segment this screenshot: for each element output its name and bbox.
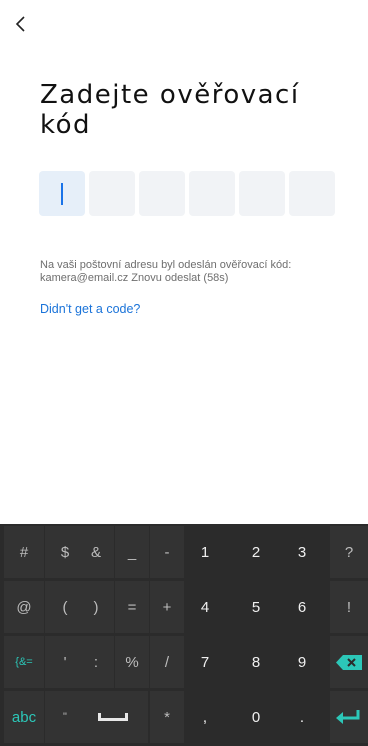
key-minus[interactable]: - [150, 526, 184, 578]
keyboard-row-1: # $ & _ - 1 2 3 ? [0, 526, 368, 578]
space-key[interactable] [78, 691, 148, 743]
code-digit-5[interactable] [239, 171, 285, 216]
enter-key[interactable] [330, 691, 368, 743]
key-9[interactable]: 9 [280, 636, 324, 688]
chevron-left-icon [15, 16, 25, 32]
code-digit-2[interactable] [89, 171, 135, 216]
key-underscore[interactable]: _ [115, 526, 149, 578]
key-hash[interactable]: # [4, 526, 44, 578]
key-abc[interactable]: abc [4, 691, 44, 743]
keyboard-row-2: @ ( ) = + 4 5 6 ! [0, 581, 368, 633]
key-comma[interactable]: , [187, 691, 223, 743]
key-right-paren[interactable]: ) [78, 581, 114, 633]
key-exclamation[interactable]: ! [330, 581, 368, 633]
key-slash[interactable]: / [150, 636, 184, 688]
key-asterisk[interactable]: * [150, 691, 184, 743]
on-screen-keyboard: # $ & _ - 1 2 3 ? @ ( ) = + 4 5 6 ! {&= … [0, 524, 368, 746]
backspace-icon [336, 654, 362, 670]
key-0[interactable]: 0 [234, 691, 278, 743]
verification-code-input[interactable] [39, 171, 335, 216]
key-ampersand[interactable]: & [78, 526, 114, 578]
keyboard-row-3: {&= ' : % / 7 8 9 [0, 636, 368, 688]
code-digit-3[interactable] [139, 171, 185, 216]
key-6[interactable]: 6 [280, 581, 324, 633]
key-7[interactable]: 7 [187, 636, 223, 688]
enter-icon [336, 710, 360, 724]
key-period[interactable]: . [280, 691, 324, 743]
key-equals[interactable]: = [115, 581, 149, 633]
page-title: Zadejte ověřovací kód [40, 80, 300, 140]
key-colon[interactable]: : [78, 636, 114, 688]
key-percent[interactable]: % [115, 636, 149, 688]
key-at[interactable]: @ [4, 581, 44, 633]
key-more-symbols[interactable]: {&= [4, 636, 44, 688]
backspace-key[interactable] [330, 636, 368, 688]
code-sent-message: Na vaši poštovní adresu byl odeslán ověř… [40, 259, 292, 284]
key-1[interactable]: 1 [187, 526, 223, 578]
code-digit-4[interactable] [189, 171, 235, 216]
key-5[interactable]: 5 [234, 581, 278, 633]
key-8[interactable]: 8 [234, 636, 278, 688]
key-question[interactable]: ? [330, 526, 368, 578]
key-4[interactable]: 4 [187, 581, 223, 633]
key-plus[interactable]: + [150, 581, 184, 633]
code-digit-1[interactable] [39, 171, 85, 216]
key-2[interactable]: 2 [234, 526, 278, 578]
text-caret [61, 182, 63, 205]
keyboard-row-4: abc " * , 0 . [0, 691, 368, 743]
space-bar-icon [98, 713, 128, 721]
didnt-get-code-link[interactable]: Didn't get a code? [40, 302, 140, 316]
key-3[interactable]: 3 [280, 526, 324, 578]
code-digit-6[interactable] [289, 171, 335, 216]
back-button[interactable] [10, 10, 36, 40]
